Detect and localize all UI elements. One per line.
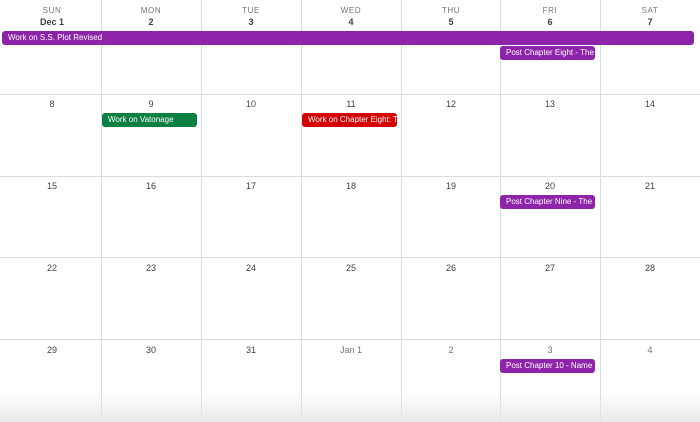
day-number[interactable]: Dec 1 — [2, 17, 102, 27]
day-number[interactable]: 10 — [201, 99, 301, 109]
day-number[interactable]: 18 — [301, 181, 401, 191]
day-number[interactable]: 3 — [201, 17, 301, 27]
day-number[interactable]: 25 — [301, 263, 401, 273]
day-number[interactable]: 16 — [101, 181, 201, 191]
day-number[interactable]: 15 — [2, 181, 102, 191]
grid-divider — [0, 94, 700, 95]
grid-divider — [0, 257, 700, 258]
day-number[interactable]: 14 — [600, 99, 700, 109]
grid-divider — [301, 0, 302, 422]
day-number[interactable]: 2 — [101, 17, 201, 27]
day-number[interactable]: 17 — [201, 181, 301, 191]
day-number[interactable]: 9 — [101, 99, 201, 109]
weekday-header-sat: SAT — [641, 6, 659, 15]
event-chip[interactable]: Post Chapter Nine - The I — [500, 195, 595, 209]
day-number[interactable]: Jan 1 — [301, 345, 401, 355]
grid-divider — [201, 0, 202, 422]
event-chip[interactable]: Post Chapter Eight - The — [500, 46, 595, 60]
day-number[interactable]: 2 — [401, 345, 501, 355]
day-number[interactable]: 4 — [301, 17, 401, 27]
day-number[interactable]: 31 — [201, 345, 301, 355]
weekday-header-wed: WED — [340, 6, 362, 15]
month-calendar-grid: SUN MON TUE WED THU FRI SAT Dec 1 2 3 4 … — [0, 0, 700, 422]
weekday-header-mon: MON — [140, 6, 162, 15]
grid-divider — [0, 176, 700, 177]
day-number[interactable]: 13 — [500, 99, 600, 109]
day-number[interactable]: 29 — [2, 345, 102, 355]
day-number[interactable]: 7 — [600, 17, 700, 27]
day-number[interactable]: 22 — [2, 263, 102, 273]
grid-divider — [101, 0, 102, 422]
day-number[interactable]: 11 — [301, 99, 401, 109]
day-number[interactable]: 20 — [500, 181, 600, 191]
bottom-fade-overlay — [0, 392, 700, 422]
day-number[interactable]: 28 — [600, 263, 700, 273]
day-number[interactable]: 24 — [201, 263, 301, 273]
event-chip[interactable]: Work on Chapter Eight: T — [302, 113, 397, 127]
weekday-header-sun: SUN — [42, 6, 62, 15]
grid-divider — [401, 0, 402, 422]
day-number[interactable]: 21 — [600, 181, 700, 191]
event-chip[interactable]: Post Chapter 10 - Name I — [500, 359, 595, 373]
day-number[interactable]: 27 — [500, 263, 600, 273]
day-number[interactable]: 19 — [401, 181, 501, 191]
day-number[interactable]: 8 — [2, 99, 102, 109]
grid-divider — [0, 339, 700, 340]
day-number[interactable]: 26 — [401, 263, 501, 273]
event-chip[interactable]: Work on S.S. Plot Revised — [2, 31, 694, 45]
weekday-header-tue: TUE — [242, 6, 260, 15]
day-number[interactable]: 30 — [101, 345, 201, 355]
day-number[interactable]: 12 — [401, 99, 501, 109]
weekday-header-thu: THU — [441, 6, 461, 15]
day-number[interactable]: 23 — [101, 263, 201, 273]
day-number[interactable]: 6 — [500, 17, 600, 27]
event-chip[interactable]: Work on Vatonage — [102, 113, 197, 127]
grid-divider — [600, 0, 601, 422]
day-number[interactable]: 5 — [401, 17, 501, 27]
weekday-header-fri: FRI — [542, 6, 558, 15]
day-number[interactable]: 4 — [600, 345, 700, 355]
day-number[interactable]: 3 — [500, 345, 600, 355]
